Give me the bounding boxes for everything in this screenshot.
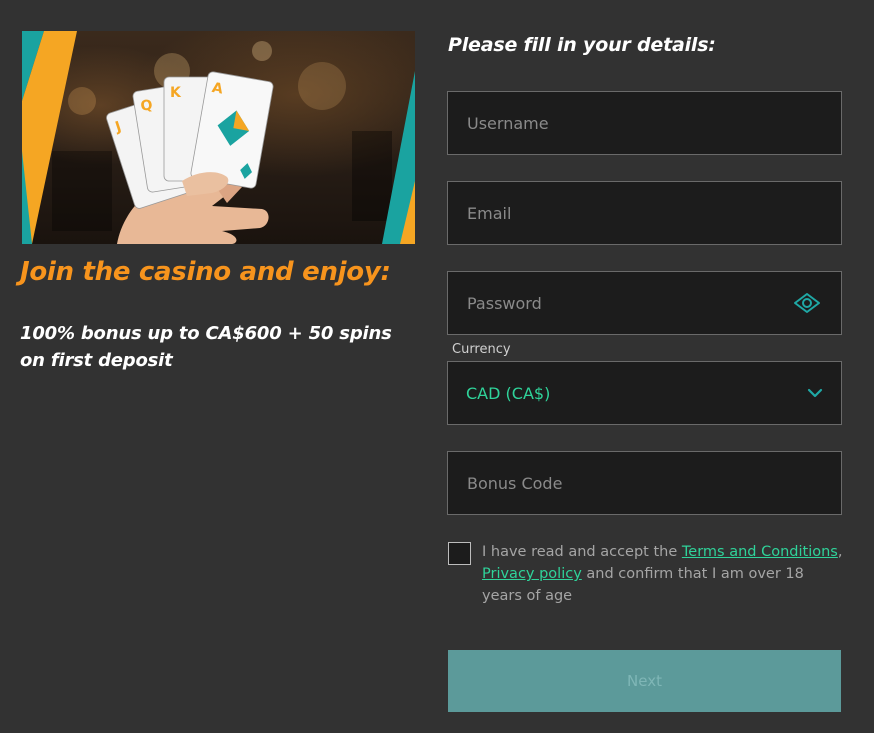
privacy-link[interactable]: Privacy policy — [482, 566, 582, 582]
promo-image: J Q K A — [22, 31, 415, 244]
currency-selected-value: CAD (CA$) — [466, 384, 551, 403]
currency-select[interactable]: CAD (CA$) — [447, 361, 842, 425]
eye-icon[interactable] — [793, 292, 821, 314]
email-field-wrapper — [447, 181, 842, 245]
chevron-down-icon — [807, 388, 823, 398]
terms-link[interactable]: Terms and Conditions — [682, 544, 838, 560]
password-field-wrapper — [447, 271, 842, 335]
username-input[interactable] — [448, 92, 841, 154]
svg-text:K: K — [170, 85, 182, 101]
terms-separator: , — [837, 544, 843, 560]
currency-label: Currency — [452, 342, 511, 357]
next-button[interactable]: Next — [448, 650, 841, 712]
username-field-wrapper — [447, 91, 842, 155]
email-input[interactable] — [448, 182, 841, 244]
terms-prefix: I have read and accept the — [482, 544, 682, 560]
promo-heading: Join the casino and enjoy: — [20, 257, 391, 287]
terms-text: I have read and accept the Terms and Con… — [482, 541, 847, 607]
registration-page: J Q K A Join the casino and enjoy: 100% … — [0, 0, 874, 733]
terms-checkbox[interactable] — [448, 542, 471, 565]
promo-offer-text: 100% bonus up to CA$600 + 50 spins on fi… — [20, 323, 392, 371]
password-input[interactable] — [448, 272, 841, 334]
bonus-code-field-wrapper — [447, 451, 842, 515]
bonus-code-input[interactable] — [448, 452, 841, 514]
form-title: Please fill in your details: — [448, 34, 716, 56]
